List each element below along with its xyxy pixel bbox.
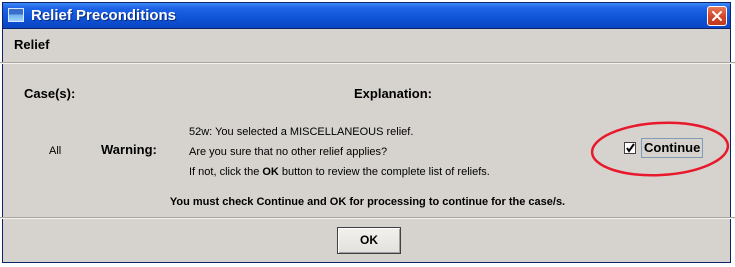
explanation-line-3-post: button to review the complete list of re… bbox=[278, 166, 490, 178]
explanation-column-header: Explanation: bbox=[354, 86, 433, 101]
section-title: Relief bbox=[14, 37, 50, 52]
window-title: Relief Preconditions bbox=[31, 7, 177, 24]
title-bar[interactable]: Relief Preconditions bbox=[3, 3, 730, 29]
explanation-ok-reference: OK bbox=[262, 166, 279, 178]
explanation-line-1: 52w: You selected a MISCELLANEOUS relief… bbox=[189, 126, 414, 138]
explanation-text: 52w: You selected a MISCELLANEOUS relief… bbox=[189, 122, 490, 182]
cases-column-header: Case(s): bbox=[24, 86, 76, 101]
continue-label[interactable]: Continue bbox=[641, 138, 704, 158]
checkbox-box[interactable] bbox=[624, 142, 636, 154]
ok-button[interactable]: OK bbox=[337, 227, 401, 254]
close-button[interactable] bbox=[707, 6, 727, 26]
explanation-line-2: Are you sure that no other relief applie… bbox=[189, 146, 388, 158]
app-icon bbox=[8, 8, 24, 22]
continue-checkbox[interactable]: Continue bbox=[624, 137, 704, 159]
checkmark-icon bbox=[626, 143, 635, 153]
explanation-line-3: If not, click the OK button to review th… bbox=[189, 162, 490, 182]
warning-label: Warning: bbox=[101, 142, 157, 157]
header-divider bbox=[0, 62, 735, 64]
footer-divider bbox=[0, 217, 735, 219]
close-icon bbox=[712, 11, 722, 21]
explanation-line-3-pre: If not, click the bbox=[189, 166, 263, 178]
case-cell: All bbox=[49, 145, 62, 157]
instruction-text: You must check Continue and OK for proce… bbox=[169, 196, 566, 208]
